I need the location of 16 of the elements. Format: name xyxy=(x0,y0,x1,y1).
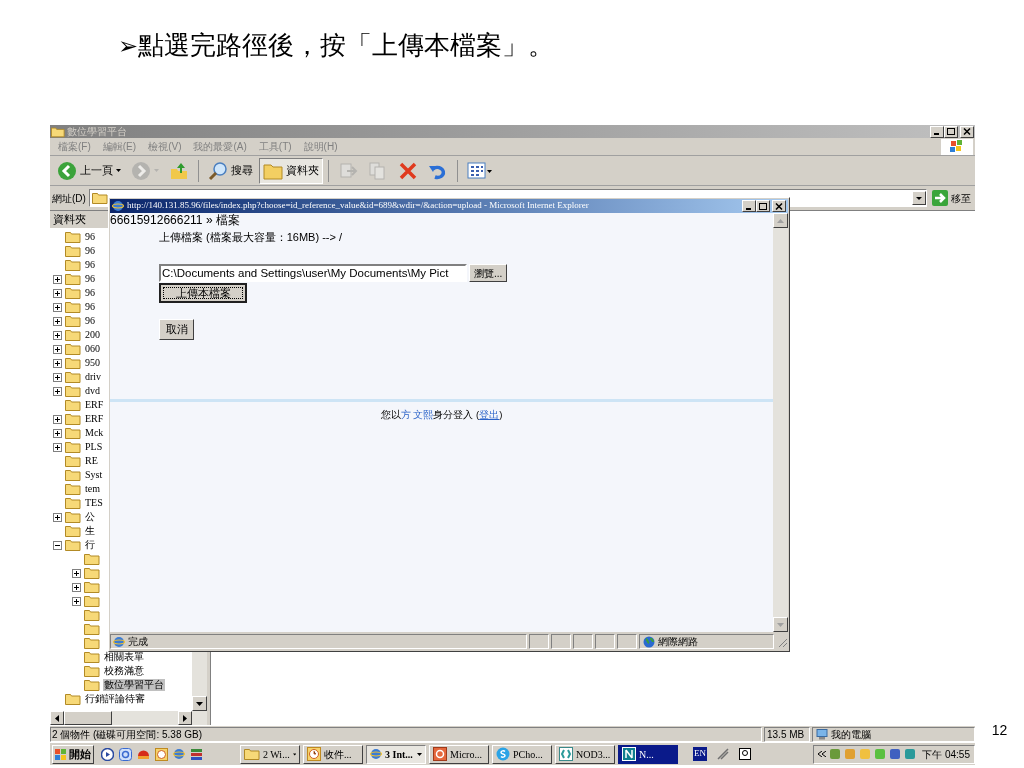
zone-label: 網際網路 xyxy=(658,635,698,649)
clock: 下午 04:55 xyxy=(922,747,970,762)
bullet-icon: ➢ xyxy=(118,28,138,64)
page-number: 12 xyxy=(991,721,1008,740)
popup-status-text: 完成 xyxy=(128,635,148,649)
window-title: 數位學習平台 xyxy=(67,125,127,138)
address-label: 網址(D) xyxy=(52,191,86,206)
popup-title: http://140.131.85.96/files/index.php?choose=id_reference_value&id=689&wdir=/&action=upload - Microsoft Internet Explorer xyxy=(127,199,589,213)
login-text: 您以方 文熙身分登入 (登出) xyxy=(380,408,503,422)
breadcrumb: 66615912666211 » 檔案 xyxy=(110,213,241,228)
folder-pane-title: 資料夾 xyxy=(53,212,86,228)
status-zone: 我的電腦 xyxy=(812,726,975,742)
status-text: 2 個物件 (磁碟可用空間: 5.38 GB) xyxy=(50,726,762,742)
status-size: 13.5 MB xyxy=(764,726,810,742)
upload-label: 上傳檔案 (檔案最大容量：16MB) --> / xyxy=(159,230,343,244)
slide-heading: 點選完路徑後，按「上傳本檔案」。 xyxy=(138,30,554,62)
